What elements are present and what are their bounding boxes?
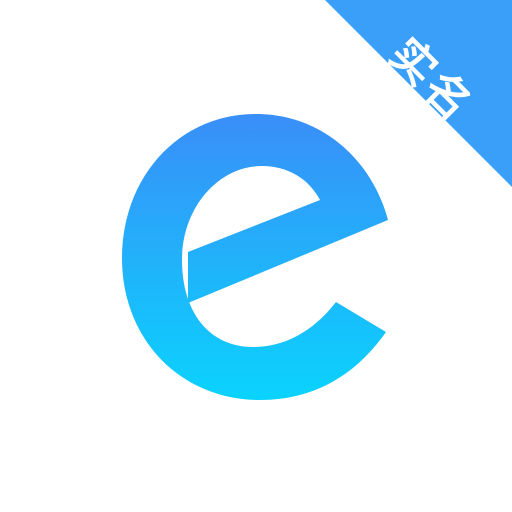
- app-icon: 实名: [0, 0, 512, 512]
- letter-e-logo-icon: [122, 114, 388, 400]
